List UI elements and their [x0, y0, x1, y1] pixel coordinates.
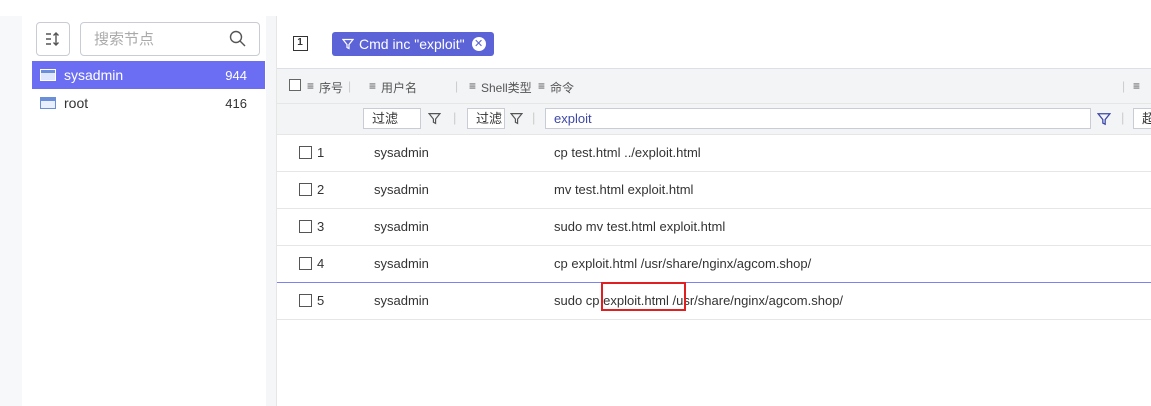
- sort-button[interactable]: [36, 22, 70, 56]
- terminal-icon: [40, 97, 56, 109]
- node-name: root: [64, 95, 89, 111]
- search-input[interactable]: [92, 29, 226, 49]
- filter-text: 过滤: [372, 111, 399, 126]
- menu-icon[interactable]: ≡: [307, 79, 314, 93]
- filter-icon[interactable]: [428, 112, 441, 125]
- menu-icon[interactable]: ≡: [369, 79, 376, 93]
- row-user: sysadmin: [374, 145, 429, 160]
- row-user: sysadmin: [374, 182, 429, 197]
- filter-text: exploit: [554, 111, 592, 126]
- node-item-sysadmin[interactable]: sysadmin 944: [32, 61, 265, 89]
- row-cmd: sudo cp exploit.html /usr/share/nginx/ag…: [554, 293, 844, 308]
- column-header-user[interactable]: 用户名: [381, 79, 417, 96]
- node-search-box[interactable]: [80, 22, 260, 56]
- shell-filter-input[interactable]: 过滤: [467, 108, 505, 129]
- filter-row: 过滤 | 过滤 | exploit | 超: [277, 104, 1151, 135]
- row-checkbox[interactable]: [299, 146, 312, 159]
- filter-icon[interactable]: [510, 112, 523, 125]
- node-name: sysadmin: [64, 67, 124, 83]
- row-checkbox[interactable]: [299, 220, 312, 233]
- menu-icon[interactable]: ≡: [1133, 79, 1140, 93]
- row-seq: 3: [317, 219, 325, 234]
- row-seq: 2: [317, 182, 325, 197]
- extra-filter-input[interactable]: 超: [1133, 108, 1151, 129]
- row-cmd: sudo mv test.html exploit.html: [554, 219, 726, 234]
- table-row[interactable]: 2 sysadmin mv test.html exploit.html: [277, 172, 1151, 209]
- row-seq: 4: [317, 256, 325, 271]
- row-user: sysadmin: [374, 293, 429, 308]
- node-item-root[interactable]: root 416: [32, 89, 265, 117]
- sort-icon: [46, 32, 59, 46]
- node-count: 944: [225, 67, 247, 83]
- table-row[interactable]: 3 sysadmin sudo mv test.html exploit.htm…: [277, 209, 1151, 246]
- row-cmd: mv test.html exploit.html: [554, 182, 694, 197]
- row-checkbox[interactable]: [299, 183, 312, 196]
- row-seq: 5: [317, 293, 325, 308]
- row-checkbox[interactable]: [299, 294, 312, 307]
- node-count: 416: [225, 95, 247, 111]
- filter-chip-label: Cmd inc "exploit": [359, 36, 465, 52]
- row-user: sysadmin: [374, 256, 429, 271]
- filter-text: 超: [1142, 111, 1151, 126]
- row-cmd: cp exploit.html /usr/share/nginx/agcom.s…: [554, 256, 812, 271]
- table-header: ≡ 序号 | ≡ 用户名 | ≡ Shell类型 ≡ 命令 | ≡: [277, 68, 1151, 104]
- highlight-box: [601, 282, 686, 311]
- row-seq: 1: [317, 145, 325, 160]
- table-row[interactable]: 4 sysadmin cp exploit.html /usr/share/ng…: [277, 246, 1151, 283]
- close-icon[interactable]: ✕: [471, 37, 486, 51]
- row-checkbox[interactable]: [299, 257, 312, 270]
- select-all-checkbox[interactable]: [289, 79, 301, 91]
- menu-icon[interactable]: ≡: [469, 79, 476, 93]
- cmd-filter-input[interactable]: exploit: [545, 108, 1091, 129]
- filter-chip[interactable]: Cmd inc "exploit" ✕: [332, 32, 494, 56]
- row-cmd: cp test.html ../exploit.html: [554, 145, 701, 160]
- table-row[interactable]: 1 sysadmin cp test.html ../exploit.html: [277, 135, 1151, 172]
- filter-text: 过滤: [476, 111, 503, 126]
- filter-icon: [342, 38, 354, 50]
- table-row[interactable]: 5 sysadmin sudo cp exploit.html /usr/sha…: [277, 283, 1151, 320]
- page-button[interactable]: 1: [290, 33, 310, 53]
- page-indicator: 1: [292, 35, 308, 51]
- results-table: ≡ 序号 | ≡ 用户名 | ≡ Shell类型 ≡ 命令 | ≡ 过滤 | 过…: [277, 68, 1151, 320]
- user-filter-input[interactable]: 过滤: [363, 108, 421, 129]
- row-user: sysadmin: [374, 219, 429, 234]
- filter-icon[interactable]: [1097, 112, 1111, 126]
- search-icon[interactable]: [229, 30, 247, 48]
- column-header-cmd[interactable]: 命令: [550, 79, 574, 96]
- column-header-shell[interactable]: Shell类型: [481, 79, 532, 96]
- menu-icon[interactable]: ≡: [538, 79, 545, 93]
- terminal-icon: [40, 69, 56, 81]
- column-header-seq[interactable]: 序号: [319, 79, 343, 96]
